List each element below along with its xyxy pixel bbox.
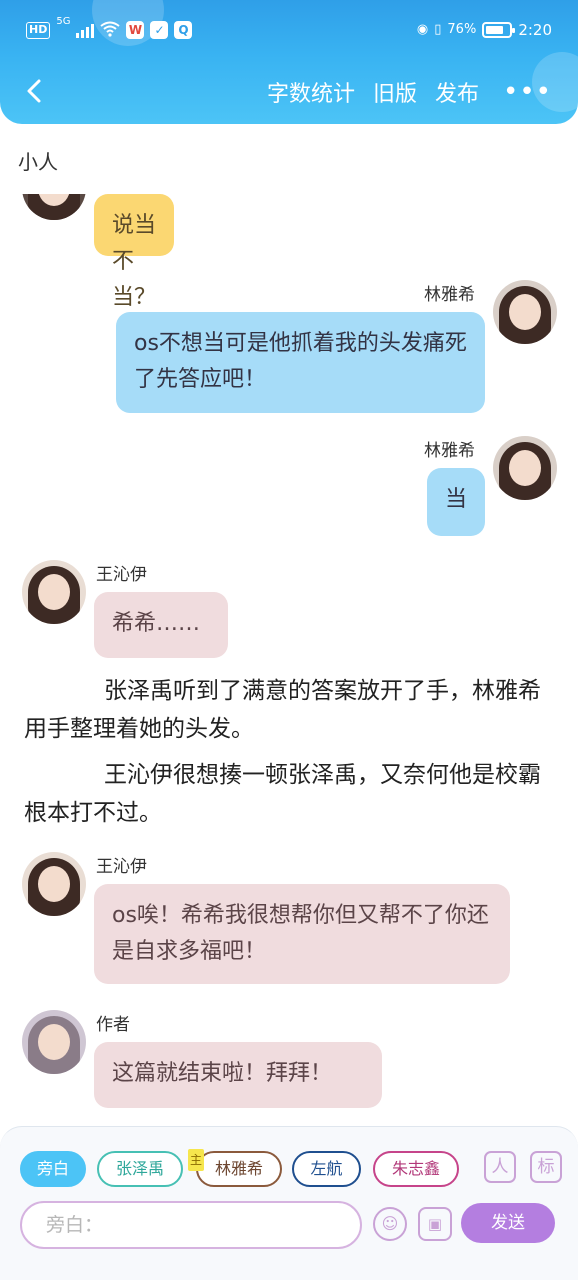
battery-percent: 76% xyxy=(447,22,477,37)
message-bubble[interactable]: 当 xyxy=(427,468,485,536)
message-bubble[interactable]: 希希…… xyxy=(94,592,228,658)
more-dots-icon[interactable]: ••• xyxy=(503,79,552,105)
message-input[interactable] xyxy=(22,1203,360,1247)
message-bubble[interactable]: os唉！希希我很想帮你但又帮不了你还是自求多福吧！ xyxy=(94,884,510,984)
avatar[interactable] xyxy=(493,280,557,344)
battery-icon xyxy=(482,22,516,38)
vibrate-icon: ▯ xyxy=(434,22,442,37)
status-bar: HD 5G W ✓ Q ◉ ▯ 76% 2:20 xyxy=(0,0,578,60)
image-icon[interactable]: ▣ xyxy=(418,1207,452,1241)
publish-button[interactable]: 发布 xyxy=(435,76,479,108)
role-chip-lin[interactable]: 林雅希 xyxy=(196,1151,282,1187)
send-button[interactable]: 发送 xyxy=(461,1203,555,1243)
word-count-button[interactable]: 字数统计 xyxy=(267,76,355,108)
signal-icon xyxy=(76,22,95,38)
back-button[interactable] xyxy=(18,74,52,108)
message-bubble[interactable]: os不想当可是他抓着我的头发痛死了先答应吧！ xyxy=(116,312,485,413)
message-bubble[interactable]: 说当不当？ xyxy=(94,194,174,310)
composer-panel: 旁白 张泽禹 林雅希 主 左航 朱志鑫 人 标 ☺ ▣ 发送 xyxy=(0,1126,578,1280)
narration-text[interactable]: 张泽禹听到了满意的答案放开了手，林雅希用手整理着她的头发。 xyxy=(24,672,554,748)
role-chip-narrator[interactable]: 旁白 xyxy=(20,1151,86,1187)
avatar[interactable] xyxy=(493,436,557,500)
header: 字数统计 旧版 发布 ••• xyxy=(0,60,578,124)
message-bubble[interactable]: 这篇就结束啦！拜拜！ xyxy=(94,1042,382,1108)
avatar[interactable] xyxy=(22,560,86,624)
avatar[interactable] xyxy=(22,1010,86,1074)
message-input-wrapper xyxy=(20,1201,362,1249)
weibo-icon: W xyxy=(126,21,145,39)
battery-level xyxy=(486,26,504,34)
nfc-icon: ◉ xyxy=(416,22,429,37)
role-chip-zuo[interactable]: 左航 xyxy=(292,1151,361,1187)
section-title: 小人 xyxy=(18,150,58,174)
sender-name: 王沁伊 xyxy=(96,857,147,877)
narration-text[interactable]: 王沁伊很想揍一顿张泽禹，又奈何他是校霸根本打不过。 xyxy=(24,756,554,832)
network-type: 5G xyxy=(56,16,71,27)
avatar[interactable] xyxy=(22,194,86,220)
smile-icon[interactable]: ☺ xyxy=(373,1207,407,1241)
shield-icon: ✓ xyxy=(150,21,169,39)
tag-icon[interactable]: 标 xyxy=(530,1151,562,1183)
baidu-icon: Q xyxy=(174,21,193,39)
hd-indicator: HD xyxy=(26,21,51,39)
chat-area[interactable]: 说当不当？ 林雅希 os不想当可是他抓着我的头发痛死了先答应吧！ 林雅希 当 王… xyxy=(0,194,578,1124)
sender-name: 王沁伊 xyxy=(96,565,147,585)
user-card-icon[interactable]: 人 xyxy=(484,1151,516,1183)
role-chip-zhang[interactable]: 张泽禹 xyxy=(97,1151,183,1187)
chevron-left-icon xyxy=(27,79,41,103)
lead-tag: 主 xyxy=(188,1149,204,1171)
role-chip-zhu[interactable]: 朱志鑫 xyxy=(373,1151,459,1187)
clock: 2:20 xyxy=(518,21,552,39)
wifi-icon xyxy=(100,21,121,39)
avatar[interactable] xyxy=(22,852,86,916)
top-bar: HD 5G W ✓ Q ◉ ▯ 76% 2:20 字数统计 旧版 发布 ••• xyxy=(0,0,578,124)
old-version-button[interactable]: 旧版 xyxy=(373,76,417,108)
sender-name: 林雅希 xyxy=(424,441,475,461)
sender-name: 林雅希 xyxy=(424,285,475,305)
sender-name: 作者 xyxy=(96,1015,130,1035)
